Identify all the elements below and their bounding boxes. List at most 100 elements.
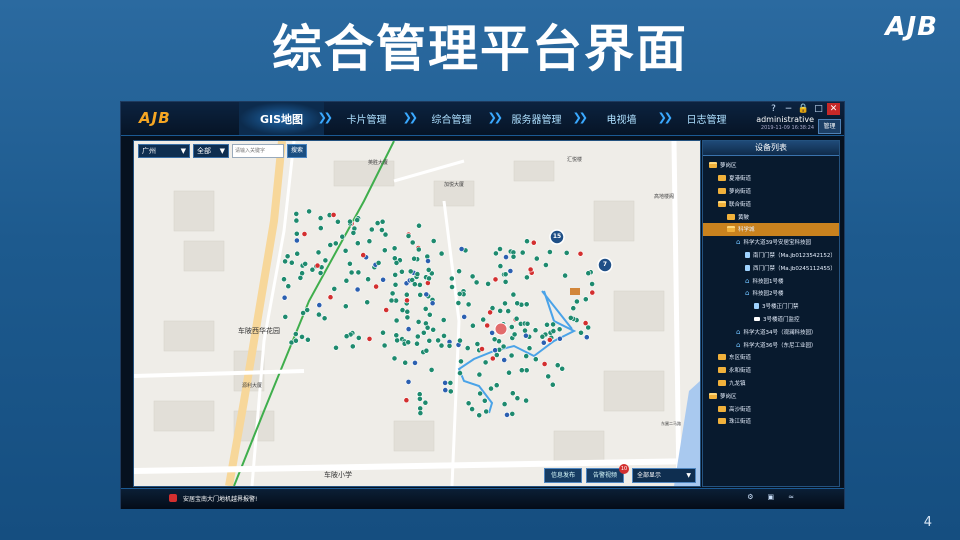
camera-marker[interactable] [348,269,355,276]
search-button[interactable]: 搜索 [287,144,308,158]
tree-item[interactable]: 九龙镇 [703,377,839,390]
alarm-message[interactable]: 安居宝南大门地机越界报警! [183,494,257,503]
camera-marker[interactable] [469,406,475,412]
camera-marker[interactable] [405,378,412,385]
camera-marker[interactable] [526,345,533,352]
tree-item[interactable]: ⌂ 科技园1号楼 [703,274,839,287]
camera-marker[interactable] [300,310,306,316]
camera-marker[interactable] [449,284,455,290]
camera-marker[interactable] [394,337,400,344]
camera-marker[interactable] [378,227,385,233]
camera-marker[interactable] [485,280,491,287]
alarm-video-button[interactable]: 告警视频 10 [585,464,629,483]
tree-item[interactable]: 萝岗区 [703,389,839,402]
camera-marker[interactable] [549,381,556,388]
tree-item[interactable]: 黄陂 [703,210,839,223]
camera-marker[interactable] [482,359,489,366]
camera-marker[interactable] [438,342,445,349]
camera-marker[interactable] [500,343,507,350]
camera-marker[interactable] [365,276,371,283]
camera-marker[interactable] [379,218,386,225]
camera-marker[interactable] [281,294,288,301]
camera-marker[interactable] [407,268,414,275]
close-icon[interactable]: ✕ [827,103,840,115]
camera-marker[interactable] [476,412,483,419]
camera-marker[interactable] [556,326,563,333]
camera-marker[interactable] [484,322,491,329]
camera-marker[interactable] [502,271,509,278]
tab-server-management[interactable]: 服务器管理 ❯❯ [494,102,589,135]
camera-marker[interactable] [513,315,520,322]
camera-marker[interactable] [322,257,329,264]
camera-marker[interactable] [457,370,463,376]
tree-item[interactable]: ⌂ 科学大道34号（观澜科技园） [703,325,839,338]
camera-marker[interactable] [317,270,324,276]
tree-item[interactable]: ⌂ 科学大道36号（东尼工业园） [703,338,839,351]
camera-marker[interactable] [589,289,596,296]
camera-marker[interactable] [465,400,472,407]
camera-marker[interactable] [346,260,353,267]
tab-card-management[interactable]: 卡片管理 ❯❯ [324,102,419,135]
camera-marker[interactable] [522,332,529,339]
camera-marker[interactable] [497,246,503,252]
camera-marker[interactable] [455,300,462,306]
camera-marker[interactable] [425,258,431,264]
camera-marker[interactable] [473,279,480,286]
camera-marker[interactable] [354,240,361,247]
camera-marker[interactable] [302,261,309,267]
camera-marker[interactable] [405,233,412,239]
minimize-icon[interactable]: − [782,103,795,115]
camera-marker[interactable] [469,273,476,280]
camera-marker[interactable] [416,281,423,288]
camera-marker[interactable] [426,337,433,344]
collapse-icon[interactable]: ≈ [788,493,794,501]
tab-video-wall[interactable]: 电视墙 ❯❯ [579,102,674,135]
tree-item[interactable]: 西门门禁（Ma.jb0245112455） [703,261,839,274]
camera-marker[interactable] [381,342,388,349]
tree-item[interactable]: 永和街道 [703,364,839,377]
camera-marker[interactable] [392,281,399,288]
camera-marker[interactable] [589,281,595,287]
camera-marker[interactable] [518,367,525,374]
camera-marker[interactable] [282,258,288,265]
camera-marker[interactable] [426,275,432,282]
camera-marker[interactable] [294,250,301,257]
camera-marker[interactable] [393,260,400,266]
camera-marker[interactable] [523,397,529,404]
camera-marker[interactable] [506,369,512,376]
camera-marker[interactable] [293,230,300,237]
camera-marker[interactable] [491,336,498,343]
camera-marker[interactable] [425,266,432,273]
camera-marker[interactable] [347,218,353,225]
camera-marker[interactable] [539,333,546,340]
camera-marker[interactable] [422,399,429,406]
display-filter-select[interactable]: 全部显示 ▼ [632,468,696,483]
camera-marker[interactable] [321,315,328,322]
alarm-icon[interactable] [169,494,177,502]
camera-marker[interactable] [476,371,483,378]
camera-marker[interactable] [510,291,517,298]
camera-marker[interactable] [293,217,300,224]
camera-marker[interactable] [332,240,339,247]
camera-marker[interactable] [293,237,300,244]
camera-marker[interactable] [458,358,464,365]
camera-marker[interactable] [582,296,589,303]
camera-marker[interactable] [509,390,516,397]
camera-marker[interactable] [523,274,530,281]
camera-marker[interactable] [542,262,549,268]
camera-marker[interactable] [577,250,584,257]
camera-marker[interactable] [511,331,518,338]
camera-marker[interactable] [423,291,430,298]
camera-marker[interactable] [391,245,398,252]
camera-marker[interactable] [524,238,530,245]
camera-marker[interactable] [292,337,299,344]
tree-item[interactable]: 东区街道 [703,351,839,364]
camera-marker[interactable] [502,278,509,285]
camera-marker[interactable] [585,270,592,277]
camera-marker[interactable] [388,297,395,304]
camera-marker[interactable] [505,308,512,314]
camera-marker[interactable] [342,303,349,310]
camera-marker[interactable] [412,359,418,366]
cluster-count[interactable]: 15 [552,233,562,240]
camera-marker[interactable] [492,276,499,283]
